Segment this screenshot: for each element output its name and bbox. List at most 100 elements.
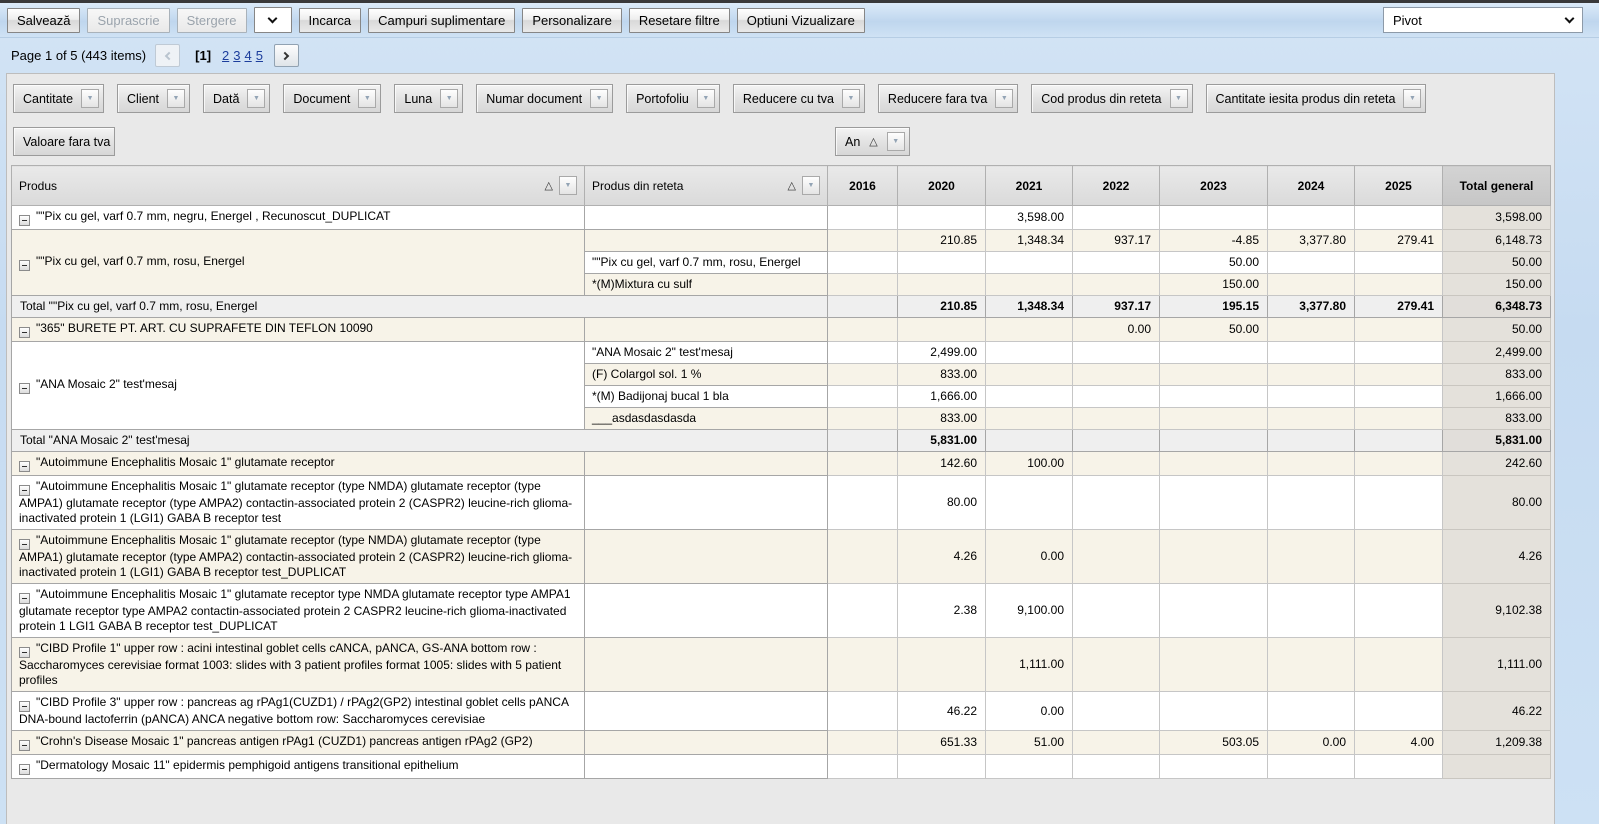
value-cell: 503.05 <box>1160 731 1268 755</box>
value-cell <box>986 408 1073 430</box>
filter-dropdown-icon[interactable]: ▼ <box>887 132 905 151</box>
filter-dropdown-icon[interactable]: ▼ <box>995 89 1013 108</box>
collapse-icon[interactable] <box>19 383 30 394</box>
collapse-icon[interactable] <box>19 260 30 271</box>
filter-dropdown-icon[interactable]: ▼ <box>802 176 820 195</box>
collapse-icon[interactable] <box>19 764 30 775</box>
reteta-cell: (F) Colargol sol. 1 % <box>585 364 828 386</box>
value-cell <box>1355 274 1443 296</box>
current-page: [1] <box>195 48 211 63</box>
year-header-2016[interactable]: 2016 <box>828 166 898 206</box>
save-button[interactable]: Salvează <box>7 8 80 33</box>
year-header-2021[interactable]: 2021 <box>986 166 1073 206</box>
value-cell <box>828 692 898 731</box>
reteta-cell <box>585 206 828 230</box>
value-cell <box>1160 692 1268 731</box>
value-cell <box>1268 530 1355 584</box>
filter-dropdown-icon[interactable]: ▼ <box>559 176 577 195</box>
filter-field-dată[interactable]: Dată▼ <box>203 84 270 113</box>
year-header-2023[interactable]: 2023 <box>1160 166 1268 206</box>
value-cell <box>1073 342 1160 364</box>
value-cell <box>1355 476 1443 530</box>
next-page-button[interactable] <box>274 44 299 67</box>
collapse-icon[interactable] <box>19 647 30 658</box>
minus-glyph <box>22 544 27 545</box>
page-link-2[interactable]: 2 <box>220 48 231 63</box>
filter-field-cod-produs-din-reteta[interactable]: Cod produs din reteta ▼ <box>1031 84 1192 113</box>
value-cell <box>1073 530 1160 584</box>
value-cell <box>1073 252 1160 274</box>
year-header-2025[interactable]: 2025 <box>1355 166 1443 206</box>
value-cell <box>1073 386 1160 408</box>
value-cell: 195.15 <box>1160 296 1268 318</box>
product-cell: "CIBD Profile 3" upper row : pancreas ag… <box>12 692 585 731</box>
filter-dropdown-icon[interactable]: ▼ <box>1170 89 1188 108</box>
value-cell <box>828 230 898 252</box>
page-link-4[interactable]: 4 <box>243 48 254 63</box>
collapse-icon[interactable] <box>19 485 30 496</box>
delete-button[interactable]: Stergere <box>177 8 247 33</box>
filter-field-reducere-fara-tva[interactable]: Reducere fara tva▼ <box>878 84 1018 113</box>
view-options-button[interactable]: Optiuni Vizualizare <box>737 8 865 33</box>
customize-button[interactable]: Personalizare <box>522 8 622 33</box>
value-cell <box>1160 530 1268 584</box>
collapse-icon[interactable] <box>19 461 30 472</box>
layout-combo-dropdown[interactable] <box>254 7 292 33</box>
field-label: Cod produs din reteta <box>1041 92 1161 106</box>
page-link-3[interactable]: 3 <box>231 48 242 63</box>
filter-dropdown-icon[interactable]: ▼ <box>590 89 608 108</box>
year-header-2024[interactable]: 2024 <box>1268 166 1355 206</box>
filter-field-numar-document[interactable]: Numar document▼ <box>476 84 613 113</box>
year-header-2020[interactable]: 2020 <box>898 166 986 206</box>
produs-header[interactable]: Produs △ ▼ <box>12 166 585 206</box>
total-general-header[interactable]: Total general <box>1443 166 1551 206</box>
value-cell <box>1160 452 1268 476</box>
value-cell: 51.00 <box>986 731 1073 755</box>
filter-field-client[interactable]: Client▼ <box>117 84 190 113</box>
filter-dropdown-icon[interactable]: ▼ <box>440 89 458 108</box>
value-cell: 279.41 <box>1355 296 1443 318</box>
value-cell: 2.38 <box>898 584 986 638</box>
reteta-cell <box>585 638 828 692</box>
filter-dropdown-icon[interactable]: ▼ <box>81 89 99 108</box>
filter-field-luna[interactable]: Luna▼ <box>394 84 463 113</box>
collapse-icon[interactable] <box>19 215 30 226</box>
collapse-icon[interactable] <box>19 593 30 604</box>
collapse-icon[interactable] <box>19 701 30 712</box>
filter-field-cantitate-iesita-produs-din-reteta[interactable]: Cantitate iesita produs din reteta▼ <box>1206 84 1427 113</box>
overwrite-button[interactable]: Suprascrie <box>87 8 169 33</box>
filter-dropdown-icon[interactable]: ▼ <box>167 89 185 108</box>
value-cell <box>1073 364 1160 386</box>
chevron-down-icon <box>1565 14 1575 24</box>
filter-dropdown-icon[interactable]: ▼ <box>842 89 860 108</box>
filter-field-cantitate[interactable]: Cantitate▼ <box>13 84 104 113</box>
load-button[interactable]: Incarca <box>299 8 362 33</box>
value-cell <box>1073 731 1160 755</box>
produs-din-reteta-header[interactable]: Produs din reteta △ ▼ <box>585 166 828 206</box>
value-cell <box>898 206 986 230</box>
year-header-2022[interactable]: 2022 <box>1073 166 1160 206</box>
filter-field-reducere-cu-tva[interactable]: Reducere cu tva▼ <box>733 84 865 113</box>
extra-fields-button[interactable]: Campuri suplimentare <box>368 8 515 33</box>
filter-dropdown-icon[interactable]: ▼ <box>247 89 265 108</box>
value-cell <box>898 252 986 274</box>
view-mode-select[interactable]: Pivot <box>1383 7 1583 33</box>
filter-dropdown-icon[interactable]: ▼ <box>358 89 376 108</box>
value-cell <box>1268 206 1355 230</box>
filter-field-document[interactable]: Document▼ <box>283 84 381 113</box>
value-cell <box>828 452 898 476</box>
collapse-icon[interactable] <box>19 740 30 751</box>
filter-field-portofoliu[interactable]: Portofoliu▼ <box>626 84 720 113</box>
column-field-an[interactable]: An △ ▼ <box>835 127 910 156</box>
value-cell <box>1073 206 1160 230</box>
data-field-valoare-fara-tva[interactable]: Valoare fara tva <box>13 127 115 156</box>
collapse-icon[interactable] <box>19 327 30 338</box>
filter-dropdown-icon[interactable]: ▼ <box>697 89 715 108</box>
filter-dropdown-icon[interactable]: ▼ <box>1403 89 1421 108</box>
minus-glyph <box>22 745 27 746</box>
page-link-5[interactable]: 5 <box>254 48 265 63</box>
reset-filters-button[interactable]: Resetare filtre <box>629 8 730 33</box>
collapse-icon[interactable] <box>19 539 30 550</box>
prev-page-button[interactable] <box>155 44 180 67</box>
value-cell <box>986 252 1073 274</box>
